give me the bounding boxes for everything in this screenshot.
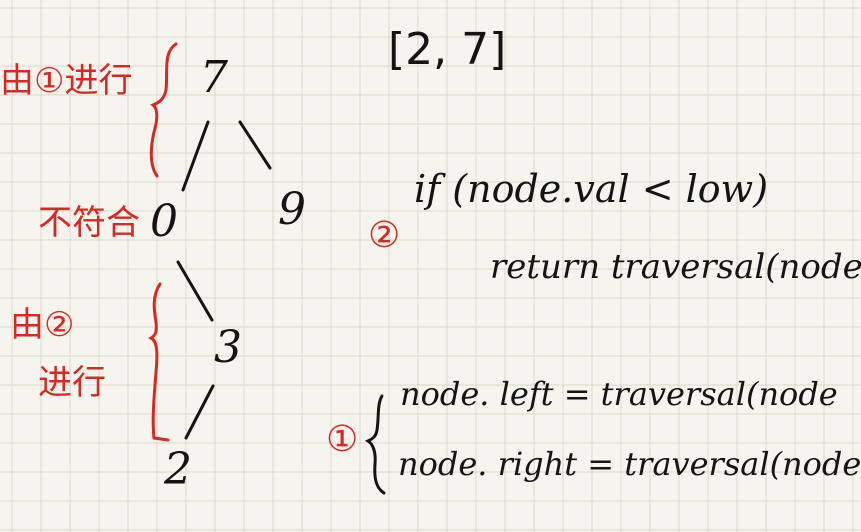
range-label: [2, 7] xyxy=(388,24,507,75)
code-left-assign: node. left = traversal(node xyxy=(400,375,838,413)
mismatch-label: 不符合 xyxy=(38,203,140,243)
tree-node-left: 0 xyxy=(150,196,178,247)
code-if-line: if (node.val < low) xyxy=(414,167,769,211)
edge-3-2 xyxy=(184,384,215,440)
tree-node-right: 9 xyxy=(278,184,306,235)
code-return-line: return traversal(node xyxy=(490,247,861,287)
edge-0-3 xyxy=(176,260,214,322)
step2-label-line2: 进行 xyxy=(38,363,106,403)
step1-label: 由①进行 xyxy=(0,61,133,101)
red-brace-top xyxy=(149,42,178,178)
red-brace-bottom xyxy=(147,282,170,442)
tree-node-left-right: 3 xyxy=(214,322,242,373)
note-canvas: [2, 7] 7 0 9 3 2 由①进行 不符合 由② 进行 ② ① if (… xyxy=(0,0,861,532)
tree-node-root: 7 xyxy=(200,52,228,103)
tree-node-left-right-left: 2 xyxy=(164,444,192,495)
code-brace xyxy=(364,394,386,495)
marker-1: ① xyxy=(326,419,359,460)
code-right-assign: node. right = traversal(node xyxy=(398,445,861,483)
step2-label-line1: 由② xyxy=(10,305,75,345)
edge-7-0 xyxy=(181,120,210,192)
marker-2: ② xyxy=(368,215,401,256)
